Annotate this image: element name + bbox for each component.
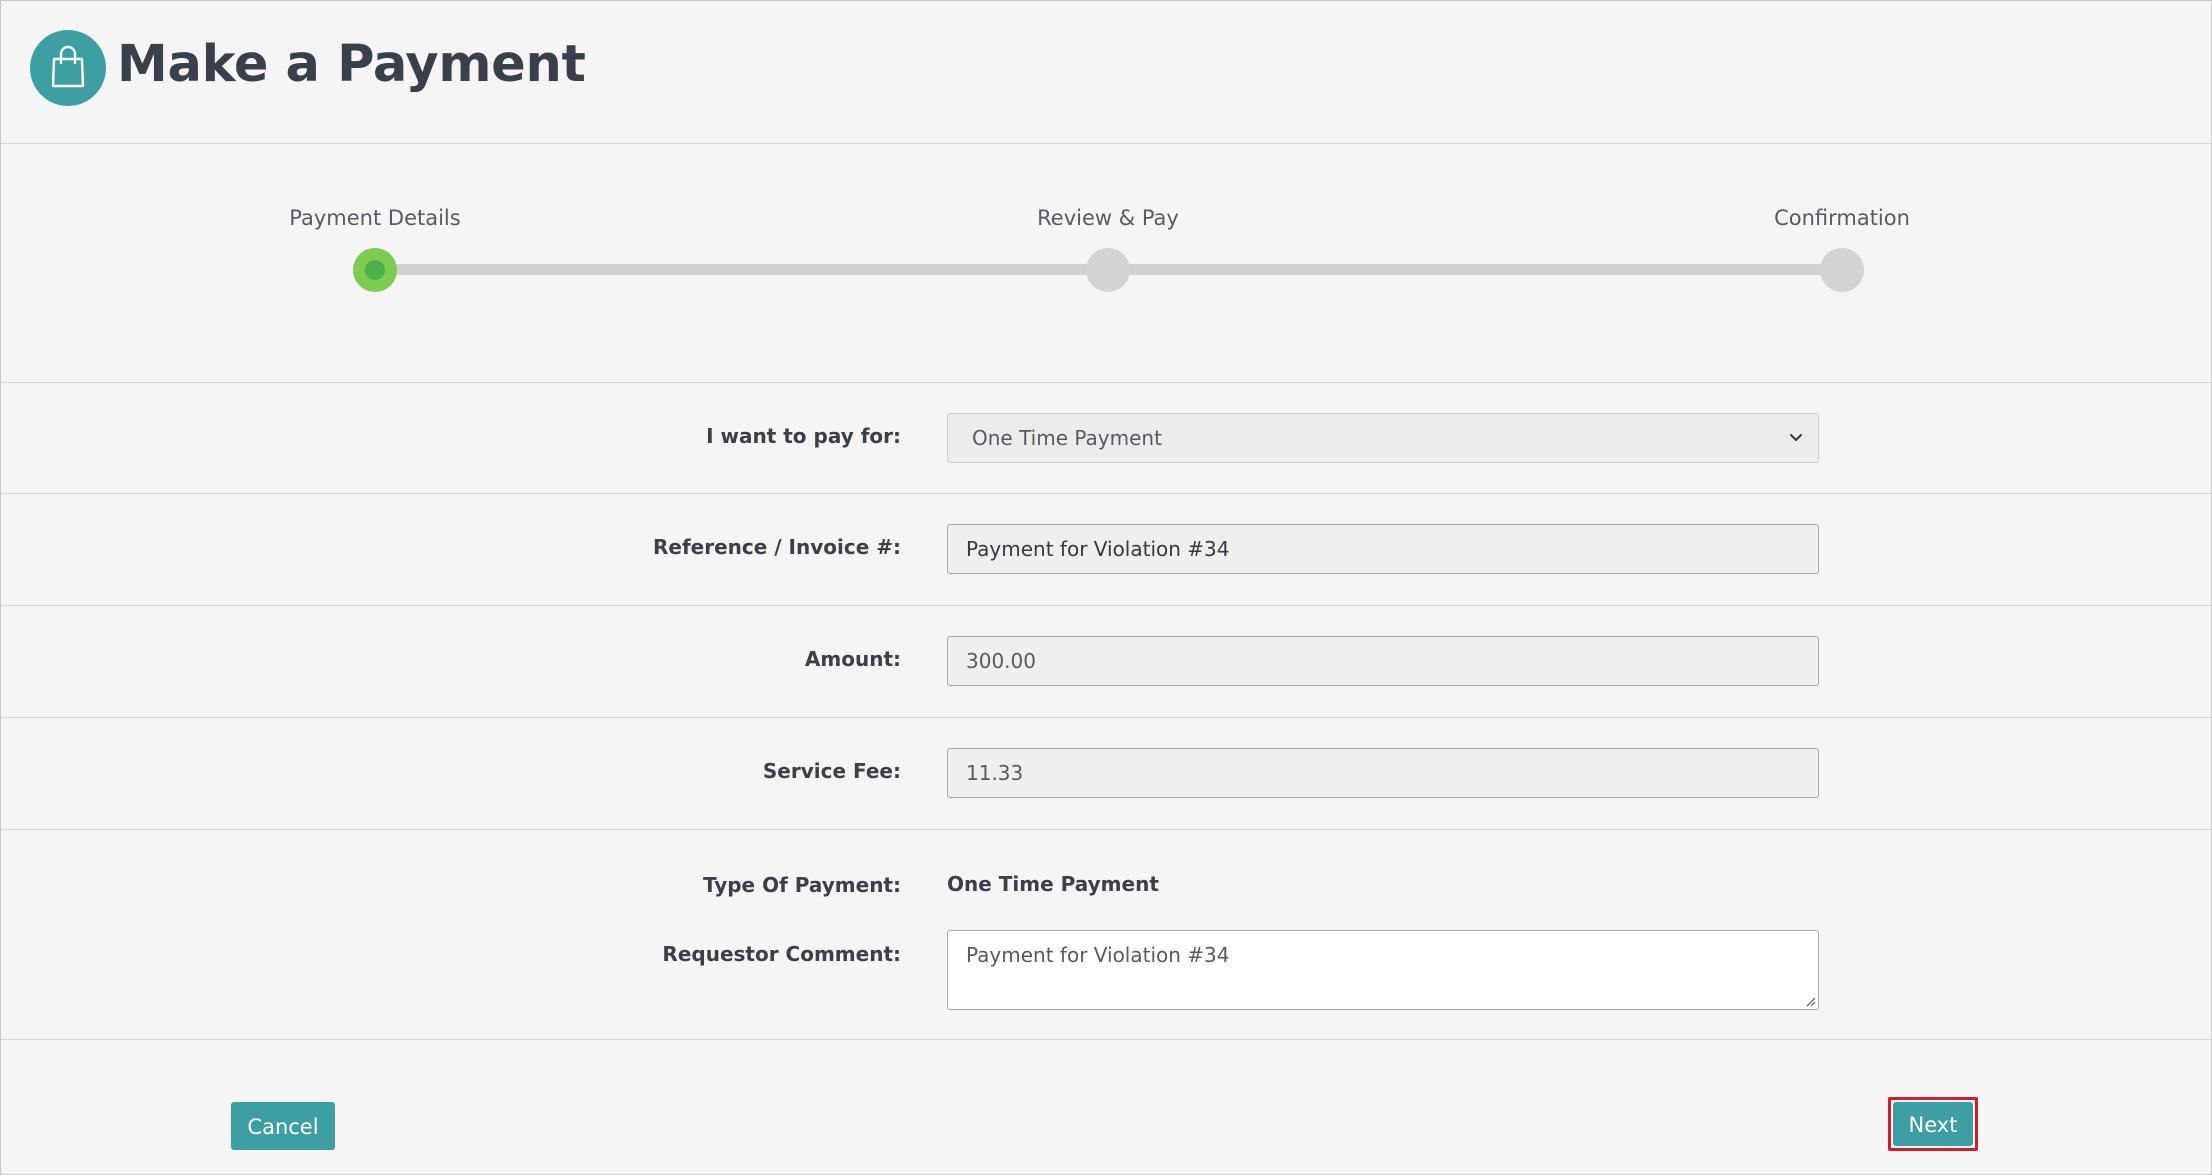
step-dot-payment-details [353,248,397,292]
pay-for-label: I want to pay for: [706,424,901,448]
next-button[interactable]: Next [1893,1102,1973,1146]
payment-page: Make a Payment Payment Details Review & … [0,0,2212,1175]
chevron-down-icon [1790,434,1802,441]
pay-for-select[interactable]: One Time Payment [947,413,1819,463]
step-dot-confirmation [1820,248,1864,292]
form-row-amount: Amount: 300.00 [1,606,2211,718]
service-fee-label: Service Fee: [762,759,901,783]
stepper-track [375,264,1108,275]
step-label-payment-details: Payment Details [289,206,461,230]
amount-label: Amount: [804,647,901,671]
cancel-button[interactable]: Cancel [231,1102,335,1150]
comment-text: Payment for Violation #34 [966,943,1230,967]
service-fee-input[interactable]: 11.33 [947,748,1819,798]
step-label-review-pay: Review & Pay [1037,206,1179,230]
step-label-confirmation: Confirmation [1774,206,1910,230]
page-title: Make a Payment [117,35,586,94]
payment-type-label: Type Of Payment: [702,873,901,897]
progress-stepper: Payment Details Review & Pay Confirmatio… [1,144,2211,383]
page-header: Make a Payment [1,1,2211,144]
form-row-pay-for: I want to pay for: One Time Payment [1,383,2211,494]
reference-input[interactable]: Payment for Violation #34 [947,524,1819,574]
form-row-service-fee: Service Fee: 11.33 [1,718,2211,830]
amount-input[interactable]: 300.00 [947,636,1819,686]
reference-label: Reference / Invoice #: [653,535,901,559]
form-row-reference: Reference / Invoice #: Payment for Viola… [1,494,2211,606]
shopping-bag-icon [30,30,106,106]
comment-textarea[interactable]: Payment for Violation #34 [947,930,1819,1010]
payment-type-value: One Time Payment [947,872,1159,896]
step-dot-review-pay [1086,248,1130,292]
pay-for-selected-value: One Time Payment [972,426,1162,450]
resize-grip-icon[interactable] [1804,995,1816,1007]
form-row-type-comment: Type Of Payment: One Time Payment Reques… [1,830,2211,1040]
comment-label: Requestor Comment: [662,942,901,966]
stepper-track [1108,264,1842,275]
